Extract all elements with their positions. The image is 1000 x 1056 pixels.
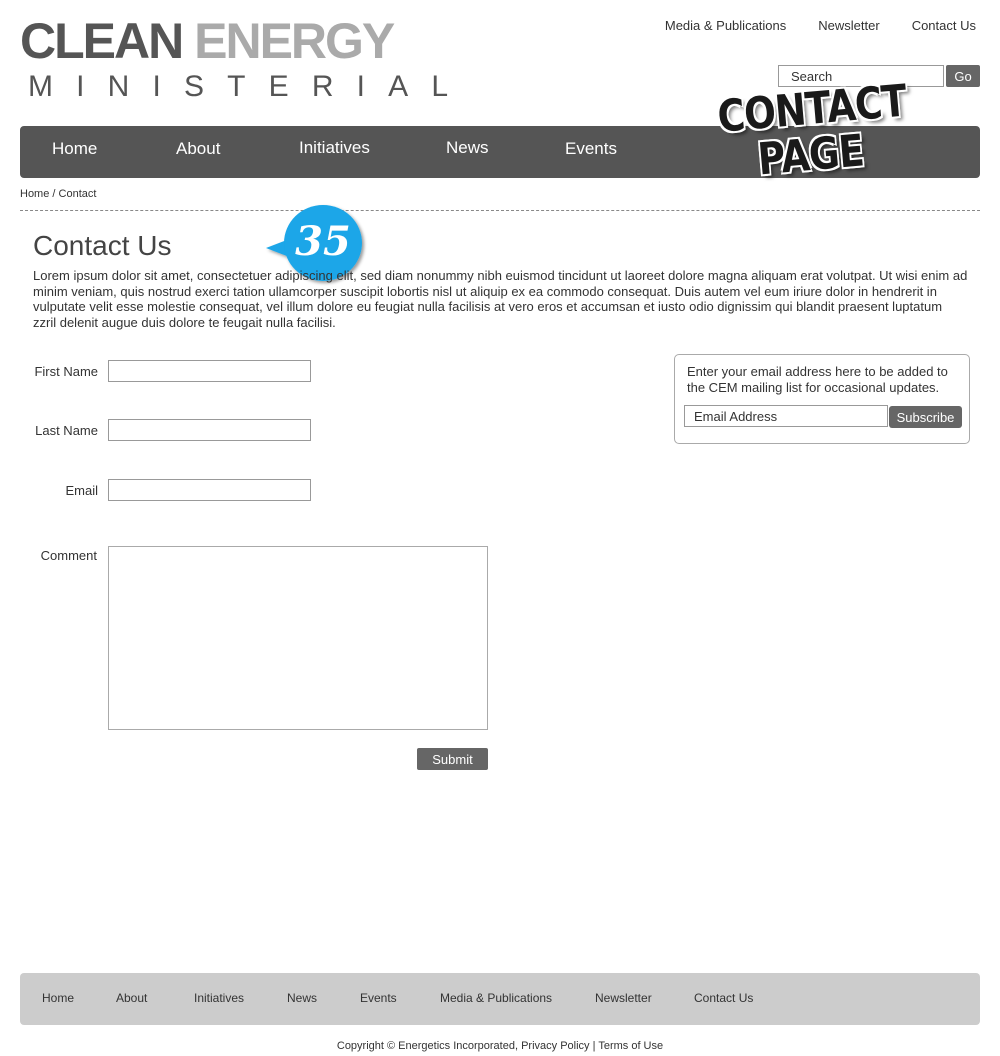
newsletter-description: Enter your email address here to be adde… [687, 364, 948, 395]
logo-subtitle: M I N I S T E R I A L [28, 72, 448, 102]
footer-link-news[interactable]: News [287, 991, 317, 1005]
nav-item-events[interactable]: Events [565, 139, 617, 159]
terms-of-use-link[interactable]: Terms of Use [598, 1040, 663, 1052]
breadcrumb-current: Contact [58, 188, 97, 200]
footer-separator: | [592, 1040, 596, 1052]
breadcrumb-separator: / [49, 188, 59, 200]
copyright-bar: Copyright © Energetics Incorporated, Pri… [0, 1040, 1000, 1052]
annotation-number: 35 [295, 218, 351, 265]
nav-item-initiatives[interactable]: Initiatives [299, 138, 370, 158]
page-title: Contact Us [33, 230, 172, 261]
logo-word-clean: CLEAN [20, 13, 184, 69]
link-media-publications[interactable]: Media & Publications [665, 18, 786, 33]
newsletter-signup-box: Enter your email address here to be adde… [674, 354, 970, 444]
search-go-button[interactable]: Go [946, 65, 980, 87]
footer-link-contact-us[interactable]: Contact Us [694, 991, 753, 1005]
breadcrumb-home[interactable]: Home [20, 188, 49, 200]
footer-link-initiatives[interactable]: Initiatives [194, 991, 244, 1005]
footer-link-home[interactable]: Home [42, 991, 74, 1005]
footer-link-newsletter[interactable]: Newsletter [595, 991, 652, 1005]
email-label: Email [65, 483, 98, 498]
nav-item-news[interactable]: News [446, 138, 489, 158]
last-name-input[interactable] [108, 419, 311, 441]
privacy-policy-link[interactable]: Privacy Policy [521, 1040, 589, 1052]
comment-label: Comment [40, 548, 97, 563]
breadcrumb: Home / Contact [20, 188, 96, 200]
subscribe-button[interactable]: Subscribe [889, 406, 962, 428]
comment-textarea[interactable] [108, 546, 488, 730]
nav-item-home[interactable]: Home [52, 139, 97, 159]
link-newsletter[interactable]: Newsletter [818, 18, 879, 33]
newsletter-email-input[interactable] [684, 405, 888, 427]
logo-letter: I [356, 70, 365, 103]
logo-letter: N [107, 70, 130, 103]
logo-word-energy: ENERGY [194, 13, 395, 69]
intro-paragraph: Lorem ipsum dolor sit amet, consectetuer… [33, 268, 968, 330]
first-name-label: First Name [34, 364, 98, 379]
first-name-input[interactable] [108, 360, 311, 382]
logo-letter: T [227, 70, 246, 103]
footer-link-about[interactable]: About [116, 991, 147, 1005]
footer-link-media-publications[interactable]: Media & Publications [440, 991, 552, 1005]
footer-nav: Home About Initiatives News Events Media… [20, 973, 980, 1025]
nav-item-about[interactable]: About [176, 139, 220, 159]
contact-page-stamp: CONTACT PAGE [700, 73, 919, 201]
logo-letter: E [268, 70, 289, 103]
logo-letter: I [76, 70, 85, 103]
last-name-label: Last Name [35, 423, 98, 438]
logo-letter: A [388, 70, 409, 103]
utility-nav: Media & Publications Newsletter Contact … [665, 18, 976, 33]
dashed-divider [20, 210, 980, 211]
logo-wordmark: CLEAN ENERGY [20, 16, 395, 66]
logo-letter: S [183, 70, 204, 103]
logo-letter: L [431, 70, 448, 103]
email-input[interactable] [108, 479, 311, 501]
site-logo[interactable]: CLEAN ENERGY M I N I S T E R I A L [20, 16, 460, 102]
logo-letter: M [28, 70, 53, 103]
submit-button[interactable]: Submit [417, 748, 488, 770]
footer-link-events[interactable]: Events [360, 991, 397, 1005]
logo-letter: I [152, 70, 161, 103]
copyright-text: Copyright © Energetics Incorporated, [336, 1040, 519, 1052]
logo-letter: R [311, 70, 334, 103]
link-contact-us[interactable]: Contact Us [912, 18, 976, 33]
